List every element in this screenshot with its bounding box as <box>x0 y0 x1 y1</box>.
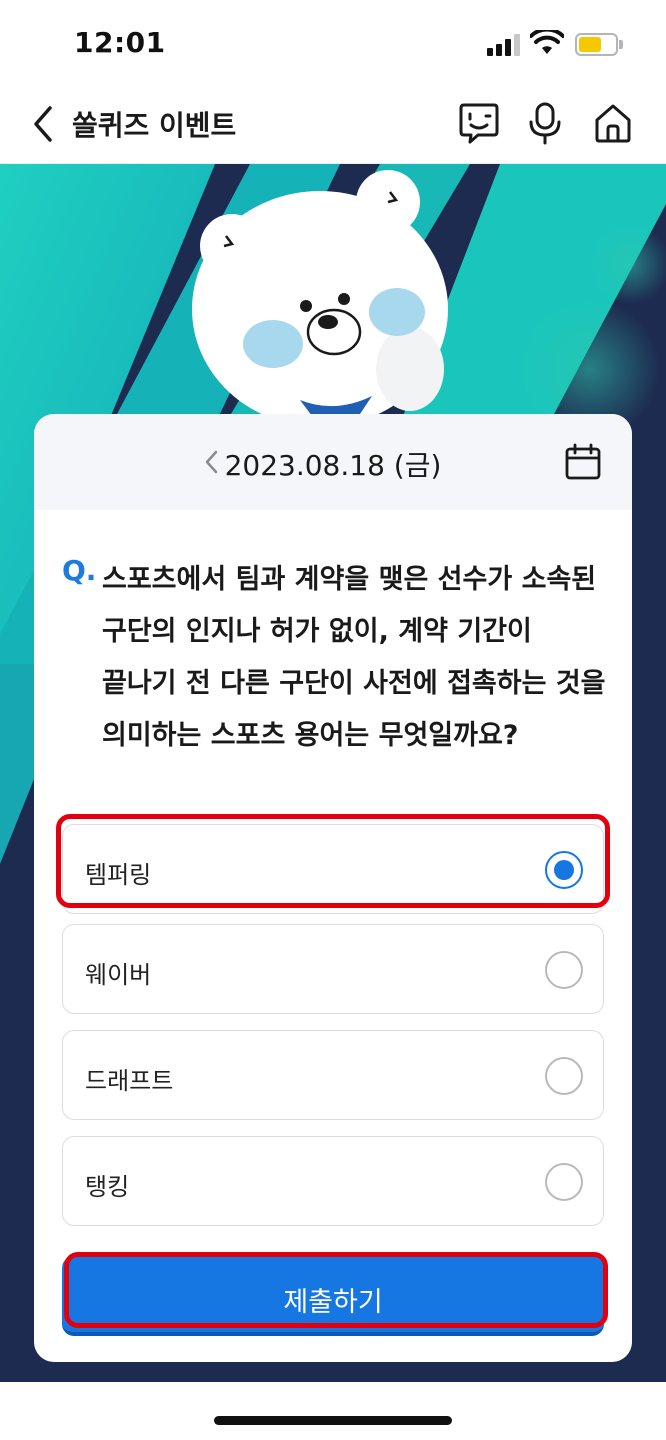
chatbot-face-icon[interactable] <box>456 100 502 146</box>
home-icon[interactable] <box>590 100 636 146</box>
calendar-icon[interactable] <box>564 442 602 482</box>
nav-bar: 쏠퀴즈 이벤트 <box>0 84 666 164</box>
microphone-icon[interactable] <box>522 100 568 146</box>
answer-option-4[interactable]: 탱킹 <box>62 1136 604 1226</box>
answer-option-label: 드래프트 <box>85 1067 174 1095</box>
home-indicator[interactable] <box>214 1416 452 1425</box>
quiz-card: 2023.08.18 (금) Q. 스포츠에서 팀과 계약을 맺은 선수가 소속… <box>34 414 632 1362</box>
question-prefix: Q. <box>62 554 97 587</box>
bottom-safe-area <box>0 1382 666 1440</box>
wifi-icon <box>530 30 564 54</box>
selection-highlight <box>56 814 610 908</box>
question-text: 스포츠에서 팀과 계약을 맺은 선수가 소속된 구단의 인지나 허가 없이, 계… <box>102 564 606 751</box>
date-selector: 2023.08.18 (금) <box>34 414 632 510</box>
answer-option-2[interactable]: 웨이버 <box>62 924 604 1014</box>
battery-icon <box>575 33 618 56</box>
radio-unselected-icon[interactable] <box>545 1163 583 1201</box>
back-chevron-icon[interactable] <box>28 102 60 146</box>
radio-unselected-icon[interactable] <box>545 1057 583 1095</box>
radio-unselected-icon[interactable] <box>545 951 583 989</box>
status-bar: 12:01 <box>0 0 666 84</box>
cellular-signal-icon <box>487 34 521 56</box>
quiz-date: 2023.08.18 (금) <box>224 449 442 482</box>
submit-highlight <box>64 1252 608 1328</box>
page-title: 쏠퀴즈 이벤트 <box>72 109 237 142</box>
battery-cap <box>619 40 623 49</box>
answer-option-3[interactable]: 드래프트 <box>62 1030 604 1120</box>
answer-option-label: 탱킹 <box>85 1173 130 1201</box>
status-time: 12:01 <box>74 26 166 59</box>
answer-option-label: 웨이버 <box>85 961 152 989</box>
